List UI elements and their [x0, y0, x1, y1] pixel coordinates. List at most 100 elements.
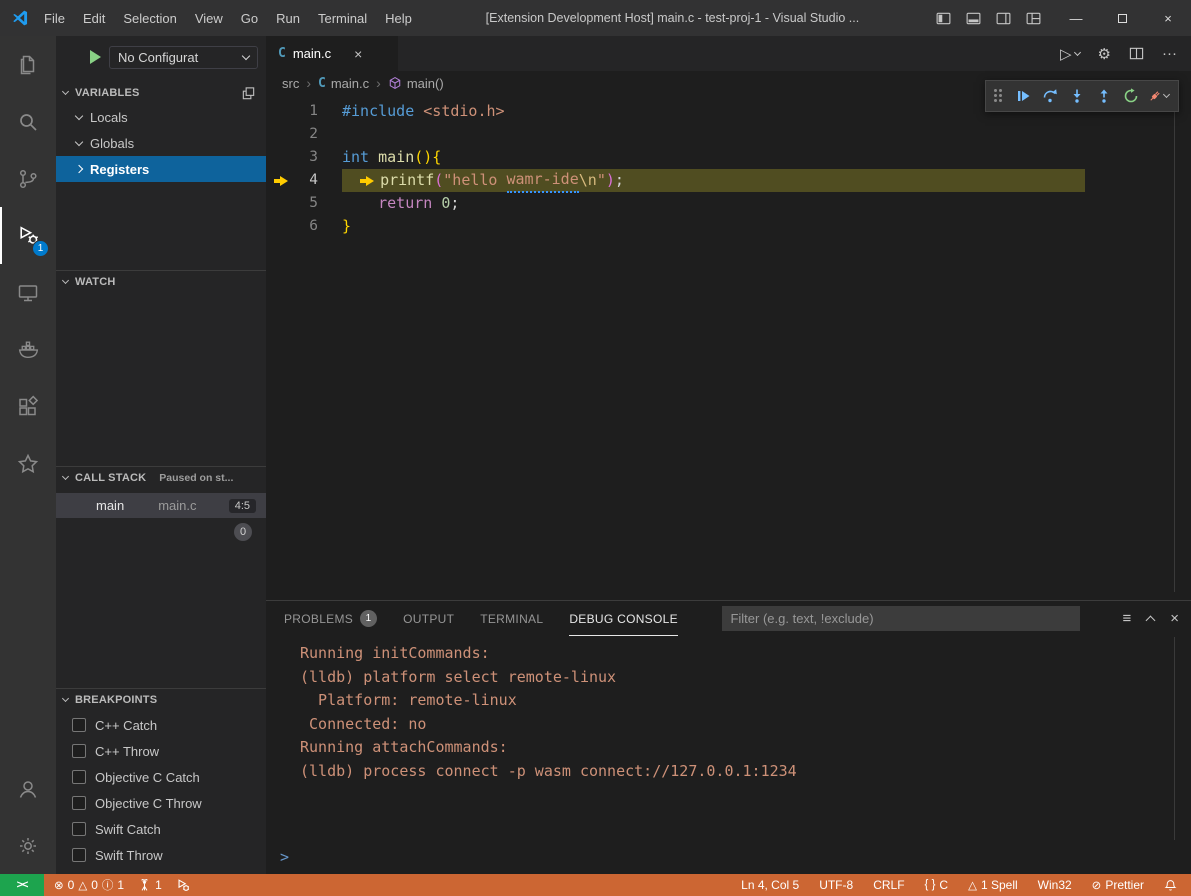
variables-item-locals[interactable]: Locals	[56, 104, 266, 130]
menu-go[interactable]: Go	[232, 5, 267, 32]
checkbox-unchecked[interactable]	[72, 848, 86, 862]
menu-run[interactable]: Run	[267, 5, 309, 32]
panel-scrollbar[interactable]	[1174, 637, 1175, 840]
toggle-sidebar-icon[interactable]	[936, 11, 951, 26]
braces-icon: { }	[925, 879, 936, 891]
variables-item-globals[interactable]: Globals	[56, 130, 266, 156]
platform-indicator[interactable]: Win32	[1038, 878, 1072, 892]
menu-help[interactable]: Help	[376, 5, 421, 32]
debug-status[interactable]	[176, 878, 190, 892]
tab-close-icon[interactable]: ×	[354, 46, 362, 62]
start-debugging-icon[interactable]	[90, 50, 101, 64]
restart-button[interactable]	[1119, 84, 1143, 108]
variables-item-registers[interactable]: Registers	[56, 156, 266, 182]
panel-tab-output[interactable]: OUTPUT	[403, 601, 454, 636]
code-line: 3int main(){	[266, 146, 1191, 169]
ports-status[interactable]: 1	[138, 878, 162, 892]
code-editor[interactable]: 1#include <stdio.h>23int main(){4 printf…	[266, 95, 1191, 238]
menu-terminal[interactable]: Terminal	[309, 5, 376, 32]
accounts-button[interactable]	[0, 760, 56, 817]
variables-section-header[interactable]: VARIABLES	[56, 82, 266, 104]
notifications-bell[interactable]	[1164, 879, 1177, 892]
debug-console-prompt[interactable]: >	[280, 848, 289, 866]
execution-arrow-gutter[interactable]	[266, 169, 296, 192]
debug-config-dropdown[interactable]: No Configurat	[109, 46, 258, 69]
breadcrumb-symbol[interactable]: main()	[388, 76, 444, 91]
close-button[interactable]: ×	[1145, 0, 1191, 36]
breakpoints-section-header[interactable]: BREAKPOINTS	[56, 688, 266, 710]
run-or-debug-button[interactable]: ▷	[1060, 45, 1080, 63]
breakpoint-swift-throw[interactable]: Swift Throw	[56, 842, 266, 868]
settings-gear-icon[interactable]: ⚙	[1098, 45, 1111, 63]
toggle-panel-icon[interactable]	[966, 11, 981, 26]
breakpoint-gutter[interactable]	[266, 215, 296, 238]
sidebar-item-explorer[interactable]	[0, 36, 56, 93]
eol-indicator[interactable]: CRLF	[873, 878, 904, 892]
tab-main-c[interactable]: C main.c ×	[266, 36, 398, 71]
encoding-indicator[interactable]: UTF-8	[819, 878, 853, 892]
output-menu-icon[interactable]: ≡	[1122, 610, 1131, 627]
checkbox-unchecked[interactable]	[72, 796, 86, 810]
continue-button[interactable]	[1011, 84, 1035, 108]
editor-scrollbar[interactable]	[1174, 100, 1175, 592]
breakpoint-cpp-catch[interactable]: C++ Catch	[56, 712, 266, 738]
collapse-all-icon[interactable]	[241, 86, 256, 101]
sidebar-item-source-control[interactable]	[0, 150, 56, 207]
breakpoint-cpp-throw[interactable]: C++ Throw	[56, 738, 266, 764]
breakpoint-gutter[interactable]	[266, 123, 296, 146]
c-file-icon: C	[318, 76, 326, 91]
remote-indicator[interactable]: ><	[0, 874, 44, 896]
settings-button[interactable]	[0, 817, 56, 874]
call-stack-section-header[interactable]: CALL STACK Paused on st...	[56, 466, 266, 488]
console-filter-input[interactable]	[722, 606, 1080, 631]
checkbox-unchecked[interactable]	[72, 822, 86, 836]
menu-selection[interactable]: Selection	[114, 5, 185, 32]
breakpoint-swift-catch[interactable]: Swift Catch	[56, 816, 266, 842]
disconnect-button[interactable]	[1146, 84, 1170, 108]
minimize-button[interactable]: —	[1053, 0, 1099, 36]
problems-status[interactable]: ⊗0 △0 ⓘ1	[54, 877, 124, 893]
console-line: Running attachCommands:	[300, 736, 1191, 760]
cursor-position[interactable]: Ln 4, Col 5	[741, 878, 799, 892]
menu-edit[interactable]: Edit	[74, 5, 114, 32]
sidebar-item-favorites[interactable]	[0, 435, 56, 492]
close-panel-icon[interactable]: ×	[1170, 610, 1179, 627]
sidebar-item-search[interactable]	[0, 93, 56, 150]
panel-tab-debug-console[interactable]: DEBUG CONSOLE	[569, 601, 678, 636]
line-number: 1	[296, 100, 318, 123]
sidebar-item-run-and-debug[interactable]: 1	[0, 207, 56, 264]
sidebar-item-docker[interactable]	[0, 321, 56, 378]
breakpoint-gutter[interactable]	[266, 100, 296, 123]
menu-file[interactable]: File	[35, 5, 74, 32]
breakpoint-objc-catch[interactable]: Objective C Catch	[56, 764, 266, 790]
drag-grip-icon[interactable]	[994, 89, 1003, 103]
breadcrumb-file[interactable]: Cmain.c	[318, 76, 369, 91]
toggle-secondary-sidebar-icon[interactable]	[996, 11, 1011, 26]
breakpoint-gutter[interactable]	[266, 192, 296, 215]
step-out-button[interactable]	[1092, 84, 1116, 108]
checkbox-unchecked[interactable]	[72, 770, 86, 784]
watch-section-header[interactable]: WATCH	[56, 270, 266, 292]
stack-frame-row[interactable]: main main.c 4:5	[56, 493, 266, 518]
sidebar-item-remote-explorer[interactable]	[0, 264, 56, 321]
menu-view[interactable]: View	[186, 5, 232, 32]
customize-layout-icon[interactable]	[1026, 11, 1041, 26]
checkbox-unchecked[interactable]	[72, 744, 86, 758]
breakpoints-section-label: BREAKPOINTS	[75, 694, 157, 706]
step-into-button[interactable]	[1065, 84, 1089, 108]
more-actions-icon[interactable]: ···	[1162, 45, 1177, 62]
checkbox-unchecked[interactable]	[72, 718, 86, 732]
maximize-button[interactable]	[1099, 0, 1145, 36]
spell-checker-status[interactable]: △1 Spell	[968, 878, 1018, 892]
breakpoint-gutter[interactable]	[266, 146, 296, 169]
panel-tab-terminal[interactable]: TERMINAL	[480, 601, 543, 636]
maximize-panel-icon[interactable]	[1146, 616, 1156, 626]
step-over-button[interactable]	[1038, 84, 1062, 108]
breakpoint-objc-throw[interactable]: Objective C Throw	[56, 790, 266, 816]
sidebar-item-extensions[interactable]	[0, 378, 56, 435]
split-editor-icon[interactable]	[1129, 46, 1144, 61]
panel-tab-problems[interactable]: PROBLEMS 1	[284, 601, 377, 636]
language-mode[interactable]: { }C	[925, 878, 949, 892]
formatter-status[interactable]: ⊘Prettier	[1092, 878, 1144, 892]
breadcrumb-src[interactable]: src	[282, 76, 299, 91]
